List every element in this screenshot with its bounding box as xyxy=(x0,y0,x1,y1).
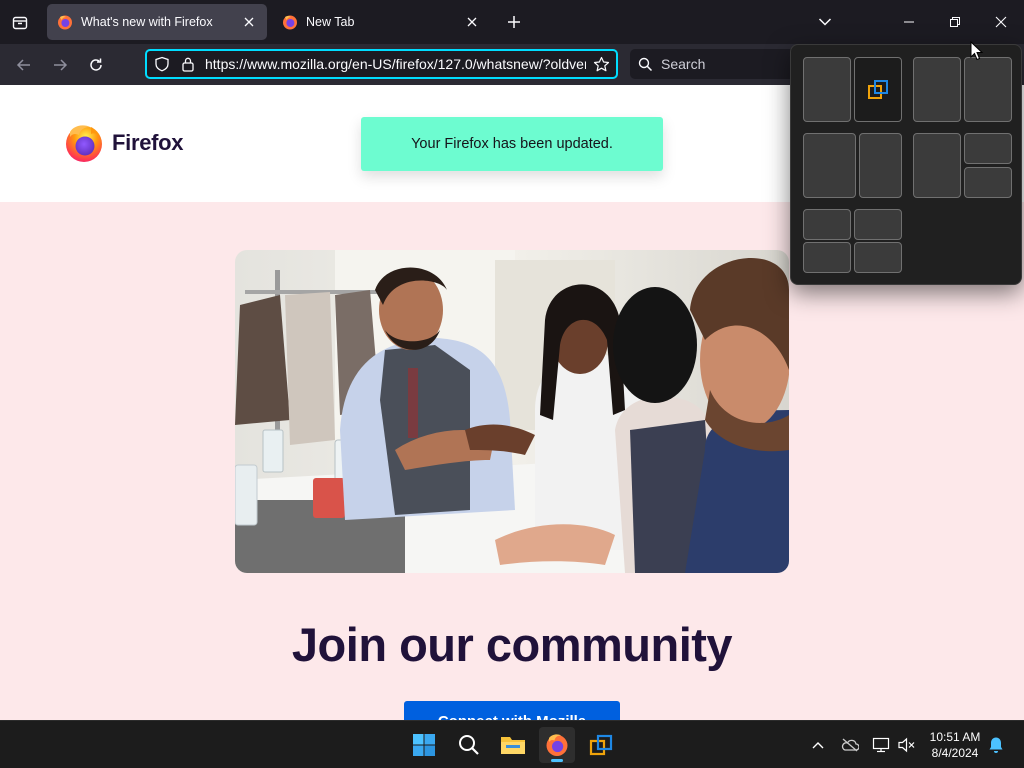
bell-icon xyxy=(989,737,1003,753)
taskbar-search-button[interactable] xyxy=(451,727,487,763)
firefox-taskbar-button[interactable] xyxy=(539,727,575,763)
close-tab-button[interactable] xyxy=(464,14,480,30)
snap-zone-quad-tr[interactable] xyxy=(854,209,902,240)
network-icon xyxy=(872,737,890,753)
snap-zone-top-right[interactable] xyxy=(964,133,1012,164)
tab-strip: What's new with Firefox New Tab xyxy=(0,0,1024,44)
restore-icon xyxy=(950,17,960,27)
snap-zone-left-wide[interactable] xyxy=(913,57,961,122)
search-icon xyxy=(459,735,479,755)
search-bar[interactable]: Search xyxy=(630,49,800,79)
close-window-button[interactable] xyxy=(978,0,1024,44)
list-all-tabs-button[interactable] xyxy=(815,12,835,32)
clock-date: 8/4/2024 xyxy=(931,746,979,760)
shield-icon xyxy=(155,56,169,72)
reload-icon xyxy=(90,58,102,71)
restore-button[interactable] xyxy=(932,0,978,44)
close-icon xyxy=(467,17,477,27)
network-tray-icon[interactable] xyxy=(871,735,891,755)
snap-zone-left-half[interactable] xyxy=(803,57,851,122)
file-explorer-button[interactable] xyxy=(495,727,531,763)
windows-start-icon xyxy=(413,734,435,756)
search-placeholder: Search xyxy=(661,56,706,72)
tab-list-button[interactable] xyxy=(8,10,32,34)
firefox-icon xyxy=(66,125,102,162)
update-notice: Your Firefox has been updated. xyxy=(361,117,663,171)
virtualbox-icon xyxy=(589,734,613,756)
close-tab-button[interactable] xyxy=(241,14,257,30)
url-text[interactable]: https://www.mozilla.org/en-US/firefox/12… xyxy=(205,56,586,72)
snap-zone-quad-bl[interactable] xyxy=(803,242,851,273)
file-explorer-icon xyxy=(501,737,525,754)
start-button[interactable] xyxy=(406,727,442,763)
minimize-button[interactable] xyxy=(886,0,932,44)
plus-icon xyxy=(508,16,520,28)
taskbar: 10:51 AM 8/4/2024 xyxy=(0,720,1024,768)
snap-zone-right-half[interactable] xyxy=(854,57,902,122)
site-info-button[interactable] xyxy=(179,55,197,73)
firefox-icon xyxy=(546,734,568,756)
snap-zone-main-left[interactable] xyxy=(913,133,961,198)
onedrive-tray-icon[interactable] xyxy=(840,735,860,755)
chevron-up-icon xyxy=(812,742,824,749)
clock-time: 10:51 AM xyxy=(929,730,981,744)
close-icon xyxy=(995,16,1007,28)
tab-new-tab[interactable]: New Tab xyxy=(272,4,490,40)
firefox-wordmark: Firefox xyxy=(112,130,184,155)
forward-arrow-icon xyxy=(54,59,68,71)
mouse-cursor xyxy=(970,41,984,61)
onedrive-icon xyxy=(841,738,859,752)
virtualbox-icon xyxy=(868,79,888,99)
star-icon xyxy=(593,56,609,71)
show-hidden-icons-button[interactable] xyxy=(808,735,828,755)
snap-zone-right-narrow[interactable] xyxy=(964,57,1012,122)
tab-title: What's new with Firefox xyxy=(81,15,213,29)
new-tab-button[interactable] xyxy=(503,11,525,33)
screen: What's new with Firefox New Tab https://… xyxy=(0,0,1024,768)
volume-tray-icon[interactable] xyxy=(897,735,917,755)
snap-zone-col-left[interactable] xyxy=(803,133,856,198)
back-button[interactable] xyxy=(11,52,37,78)
connect-button[interactable]: Connect with Mozilla xyxy=(404,701,620,720)
volume-muted-icon xyxy=(898,737,915,753)
running-indicator xyxy=(551,759,563,762)
address-bar[interactable]: https://www.mozilla.org/en-US/firefox/12… xyxy=(145,49,618,79)
firefox-logo[interactable]: Firefox xyxy=(64,123,184,163)
snap-zone-col-right[interactable] xyxy=(859,133,902,198)
forward-button[interactable] xyxy=(47,52,73,78)
firefox-icon xyxy=(283,15,297,30)
close-icon xyxy=(244,17,254,27)
snap-zone-quad-br[interactable] xyxy=(854,242,902,273)
chevron-down-icon xyxy=(818,18,832,26)
tracking-protection-button[interactable] xyxy=(153,55,171,73)
tab-title: New Tab xyxy=(306,15,355,29)
snap-layouts-flyout xyxy=(790,44,1022,285)
snap-zone-quad-tl[interactable] xyxy=(803,209,851,240)
reload-button[interactable] xyxy=(83,52,109,78)
firefox-icon xyxy=(58,15,72,30)
notifications-button[interactable] xyxy=(986,735,1006,755)
tab-whats-new[interactable]: What's new with Firefox xyxy=(47,4,267,40)
tab-list-icon xyxy=(12,16,28,30)
bookmark-button[interactable] xyxy=(592,55,610,73)
community-heading: Join our community xyxy=(291,618,733,671)
community-photo xyxy=(235,250,789,573)
lock-icon xyxy=(182,57,194,72)
minimize-icon xyxy=(904,21,914,23)
back-arrow-icon xyxy=(16,59,30,71)
virtualbox-taskbar-button[interactable] xyxy=(583,727,619,763)
clock[interactable]: 10:51 AM 8/4/2024 xyxy=(920,729,990,761)
snap-zone-bottom-right[interactable] xyxy=(964,167,1012,198)
search-icon xyxy=(638,57,653,72)
